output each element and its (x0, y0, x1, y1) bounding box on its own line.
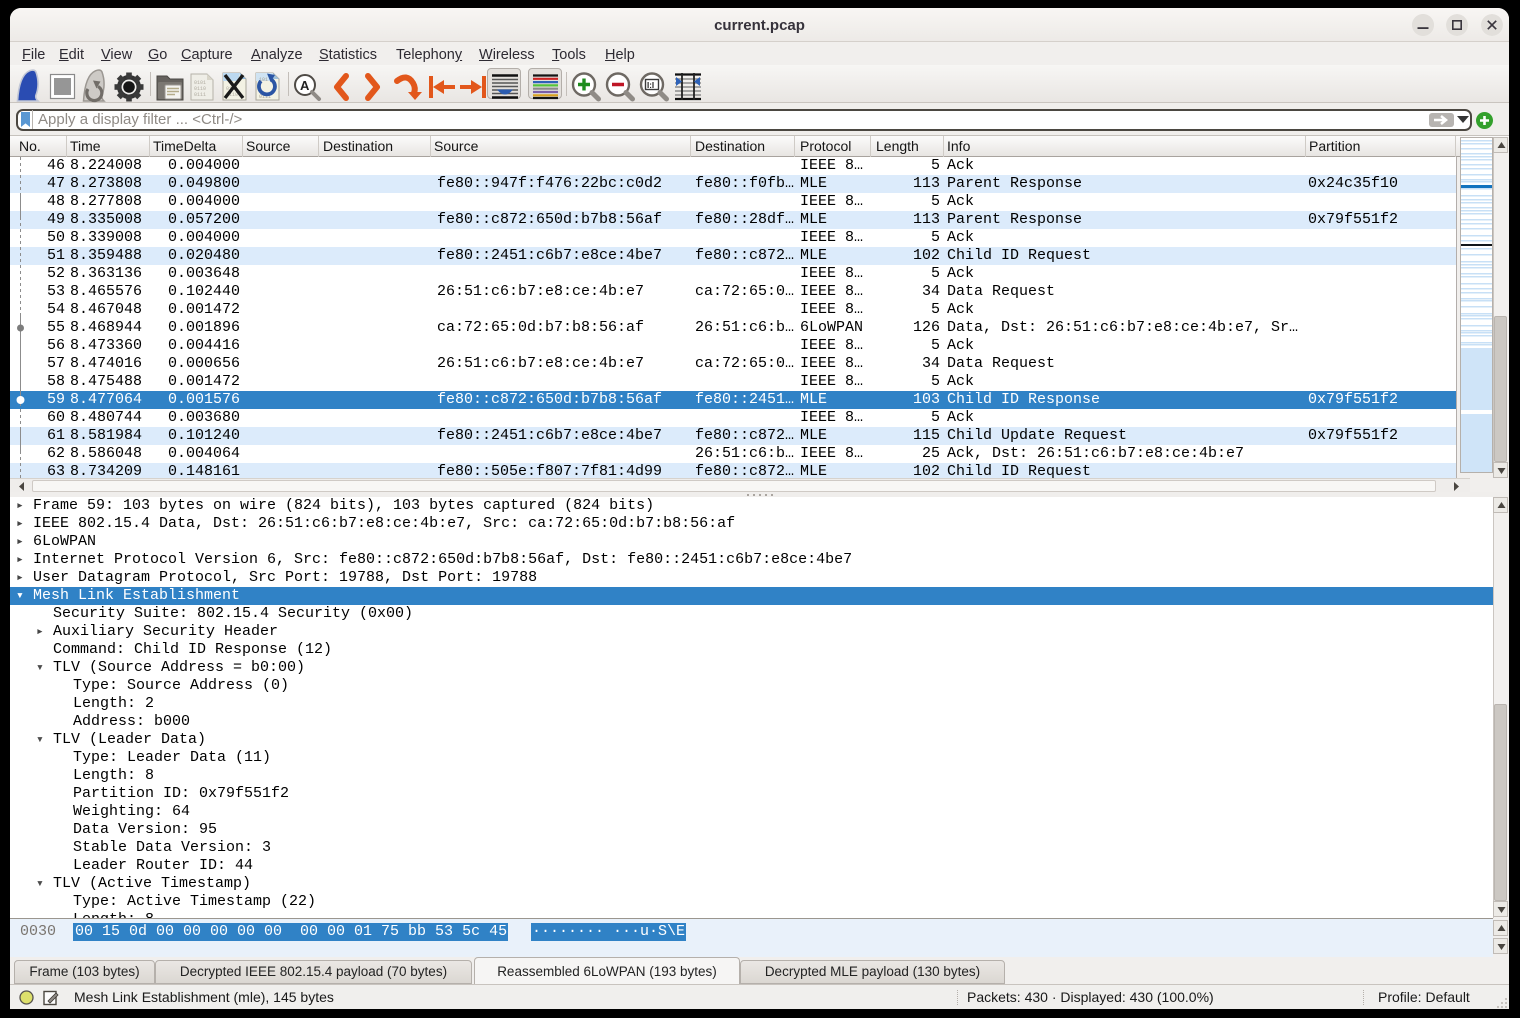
svg-text:I:I: I:I (647, 81, 654, 90)
svg-text:0111: 0111 (194, 92, 206, 98)
svg-text:A: A (300, 78, 310, 93)
